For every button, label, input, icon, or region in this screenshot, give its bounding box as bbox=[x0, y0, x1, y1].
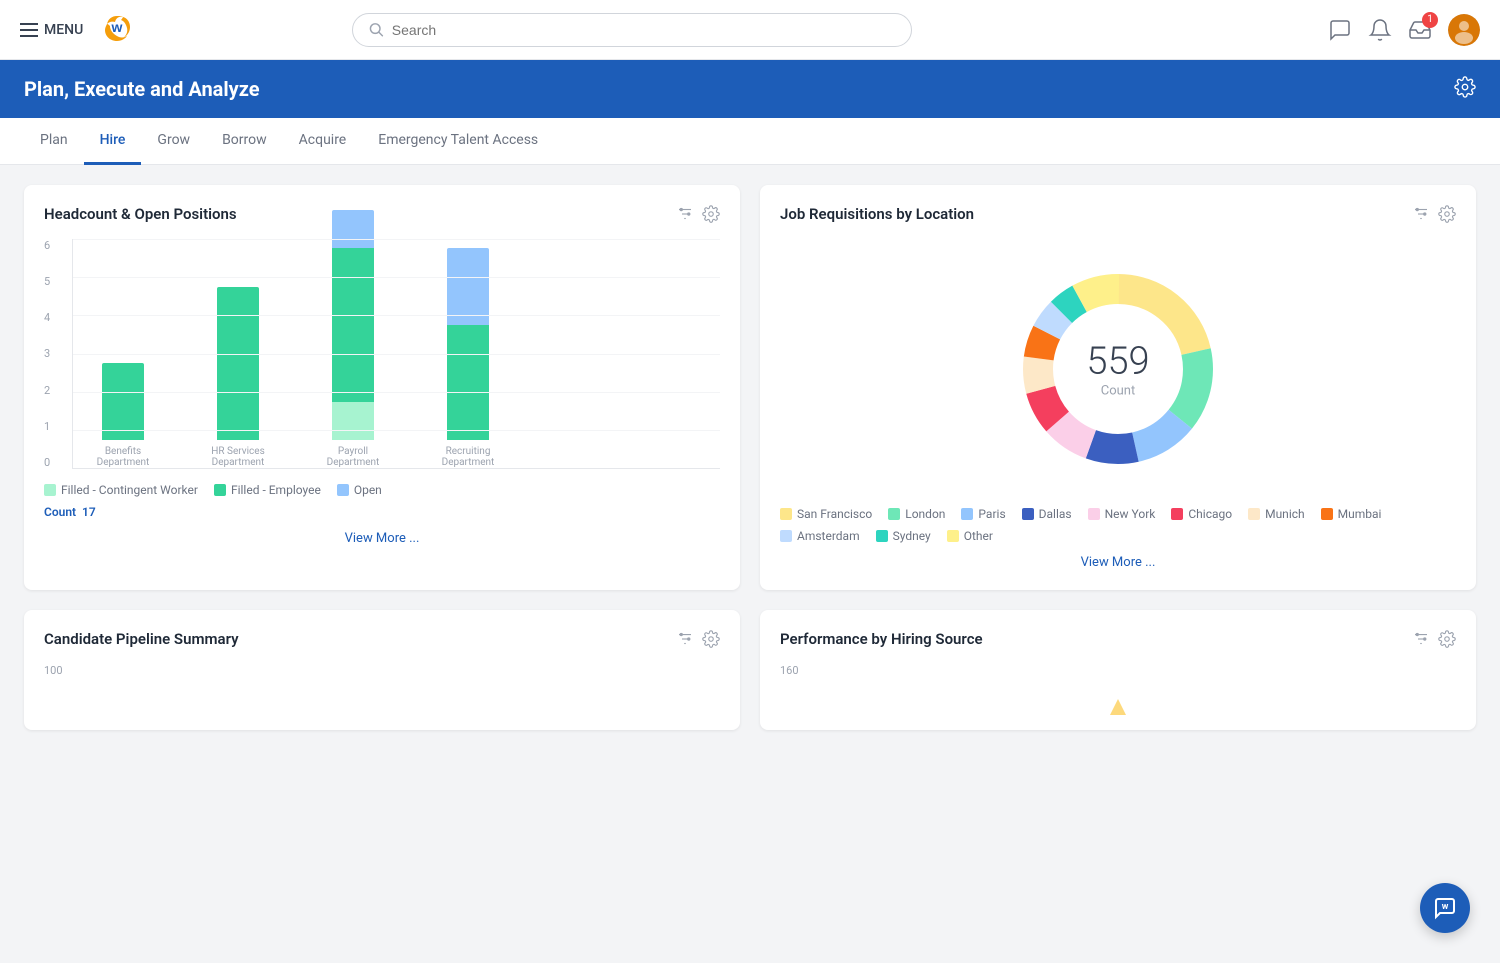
user-avatar[interactable] bbox=[1448, 14, 1480, 46]
chart-triangle-hint bbox=[1108, 697, 1128, 717]
job-req-card: Job Requisitions by Location bbox=[760, 185, 1476, 590]
bar-recruiting: Recruiting Department bbox=[423, 210, 513, 468]
donut-center: 559 Count bbox=[1086, 340, 1149, 399]
donut-chart-wrap: 559 Count bbox=[780, 239, 1456, 499]
legend-dot-contingent bbox=[44, 484, 56, 496]
tab-plan[interactable]: Plan bbox=[24, 118, 84, 165]
headcount-view-more[interactable]: View More ... bbox=[44, 519, 720, 546]
performance-title: Performance by Hiring Source bbox=[780, 630, 983, 648]
header-settings-button[interactable] bbox=[1454, 76, 1476, 102]
bar-hrservices: HR Services Department bbox=[193, 210, 283, 468]
gear-icon-4[interactable] bbox=[1438, 630, 1456, 648]
main-content: Headcount & Open Positions 6543210 bbox=[0, 165, 1500, 750]
headcount-card-actions bbox=[676, 205, 720, 223]
tab-grow[interactable]: Grow bbox=[141, 118, 206, 165]
notification-button[interactable] bbox=[1368, 18, 1392, 42]
bar-chart-legend: Filled - Contingent Worker Filled - Empl… bbox=[44, 483, 720, 497]
tab-borrow[interactable]: Borrow bbox=[206, 118, 283, 165]
search-input[interactable] bbox=[392, 22, 895, 38]
bar-payroll: Payroll Department bbox=[313, 210, 393, 468]
search-bar[interactable] bbox=[352, 13, 912, 47]
legend-employee: Filled - Employee bbox=[214, 483, 321, 497]
bar-chart-area: 6543210 Benefits Depar bbox=[44, 239, 720, 469]
candidate-pipeline-card: Candidate Pipeline Summary 100 bbox=[24, 610, 740, 730]
candidate-card-actions bbox=[676, 630, 720, 648]
tab-bar: Plan Hire Grow Borrow Acquire Emergency … bbox=[0, 118, 1500, 165]
chat-fab[interactable]: w bbox=[1420, 883, 1470, 933]
svg-text:w: w bbox=[111, 19, 123, 35]
filter-icon-2[interactable] bbox=[1412, 205, 1430, 223]
performance-y-label: 160 bbox=[780, 664, 1456, 677]
legend-munich: Munich bbox=[1248, 507, 1305, 521]
legend-open: Open bbox=[337, 483, 382, 497]
page-header: Plan, Execute and Analyze bbox=[0, 60, 1500, 118]
count-display: Count 17 bbox=[44, 505, 720, 519]
inbox-button[interactable]: 1 bbox=[1408, 18, 1432, 42]
legend-sf: San Francisco bbox=[780, 507, 872, 521]
job-req-title: Job Requisitions by Location bbox=[780, 205, 974, 223]
gear-icon[interactable] bbox=[702, 205, 720, 223]
tab-hire[interactable]: Hire bbox=[84, 118, 142, 165]
job-req-card-actions bbox=[1412, 205, 1456, 223]
donut-legend: San Francisco London Paris Dallas New Yo… bbox=[780, 507, 1456, 543]
headcount-card: Headcount & Open Positions 6543210 bbox=[24, 185, 740, 590]
donut-label: Count bbox=[1086, 384, 1149, 399]
performance-card-actions bbox=[1412, 630, 1456, 648]
legend-other: Other bbox=[947, 529, 993, 543]
legend-dot-open bbox=[337, 484, 349, 496]
gear-icon-2[interactable] bbox=[1438, 205, 1456, 223]
legend-sydney: Sydney bbox=[876, 529, 931, 543]
search-icon bbox=[369, 22, 384, 38]
page-title: Plan, Execute and Analyze bbox=[24, 77, 260, 101]
legend-paris: Paris bbox=[961, 507, 1005, 521]
legend-mumbai: Mumbai bbox=[1321, 507, 1382, 521]
workday-logo[interactable]: w bbox=[99, 10, 135, 50]
legend-dot-employee bbox=[214, 484, 226, 496]
filter-icon-3[interactable] bbox=[676, 630, 694, 648]
nav-icons: 1 bbox=[1328, 14, 1480, 46]
legend-newyork: New York bbox=[1088, 507, 1156, 521]
legend-dallas: Dallas bbox=[1022, 507, 1072, 521]
bar-benefits: Benefits Department bbox=[83, 210, 163, 468]
job-req-card-header: Job Requisitions by Location bbox=[780, 205, 1456, 223]
legend-london: London bbox=[888, 507, 945, 521]
performance-card-header: Performance by Hiring Source bbox=[780, 630, 1456, 648]
legend-chicago: Chicago bbox=[1171, 507, 1232, 521]
legend-contingent: Filled - Contingent Worker bbox=[44, 483, 198, 497]
menu-button[interactable]: MENU bbox=[20, 22, 83, 38]
filter-icon-4[interactable] bbox=[1412, 630, 1430, 648]
inbox-badge: 1 bbox=[1422, 12, 1438, 28]
menu-label: MENU bbox=[44, 22, 83, 38]
candidate-pipeline-header: Candidate Pipeline Summary bbox=[44, 630, 720, 648]
job-req-view-more[interactable]: View More ... bbox=[780, 543, 1456, 570]
legend-amsterdam: Amsterdam bbox=[780, 529, 860, 543]
candidate-y-label: 100 bbox=[44, 664, 720, 677]
filter-icon[interactable] bbox=[676, 205, 694, 223]
tab-acquire[interactable]: Acquire bbox=[283, 118, 363, 165]
hamburger-icon bbox=[20, 23, 38, 37]
performance-card: Performance by Hiring Source 160 bbox=[760, 610, 1476, 730]
tab-emergency[interactable]: Emergency Talent Access bbox=[362, 118, 554, 165]
donut-number: 559 bbox=[1086, 340, 1149, 384]
gear-icon-3[interactable] bbox=[702, 630, 720, 648]
svg-text:w: w bbox=[1442, 902, 1449, 912]
candidate-pipeline-title: Candidate Pipeline Summary bbox=[44, 630, 239, 648]
top-nav: MENU w bbox=[0, 0, 1500, 60]
message-button[interactable] bbox=[1328, 18, 1352, 42]
